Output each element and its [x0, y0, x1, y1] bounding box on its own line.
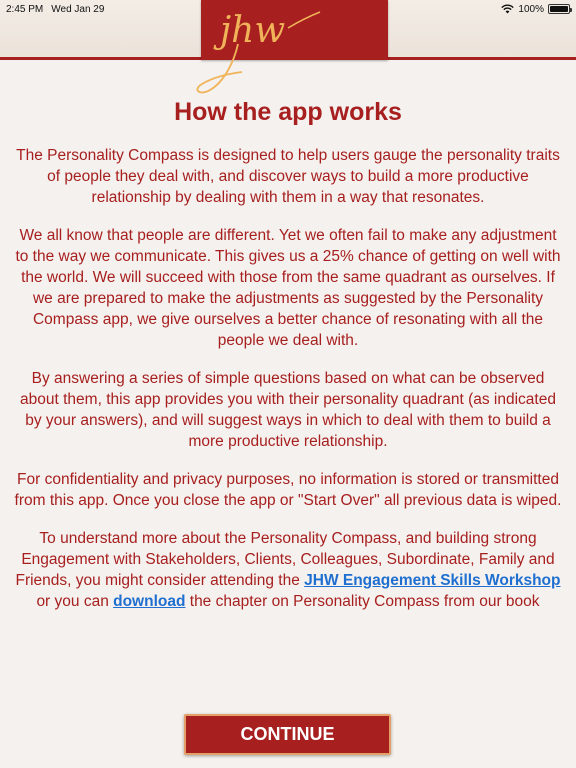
battery-percent: 100% [518, 3, 544, 15]
learn-more-paragraph: To understand more about the Personality… [12, 528, 564, 612]
status-bar: 2:45 PM Wed Jan 29 100% [0, 0, 576, 18]
privacy-paragraph: For confidentiality and privacy purposes… [14, 471, 562, 509]
workshop-link[interactable]: JHW Engagement Skills Workshop [304, 572, 560, 589]
learn-more-middle: or you can [36, 593, 114, 610]
continue-button[interactable]: CONTINUE [184, 714, 391, 755]
status-date: Wed Jan 29 [51, 3, 105, 15]
battery-icon [548, 4, 572, 14]
page-title: How the app works [174, 98, 402, 126]
status-time: 2:45 PM [6, 3, 44, 15]
learn-more-end: the chapter on Personality Compass from … [185, 593, 540, 610]
differences-paragraph: We all know that people are different. Y… [15, 227, 561, 349]
questions-paragraph: By answering a series of simple question… [20, 370, 556, 450]
battery-fill [550, 6, 568, 12]
intro-paragraph: The Personality Compass is designed to h… [16, 147, 560, 206]
wifi-icon [501, 4, 515, 14]
main-content: How the app works The Personality Compas… [0, 98, 576, 629]
download-link[interactable]: download [113, 593, 185, 610]
